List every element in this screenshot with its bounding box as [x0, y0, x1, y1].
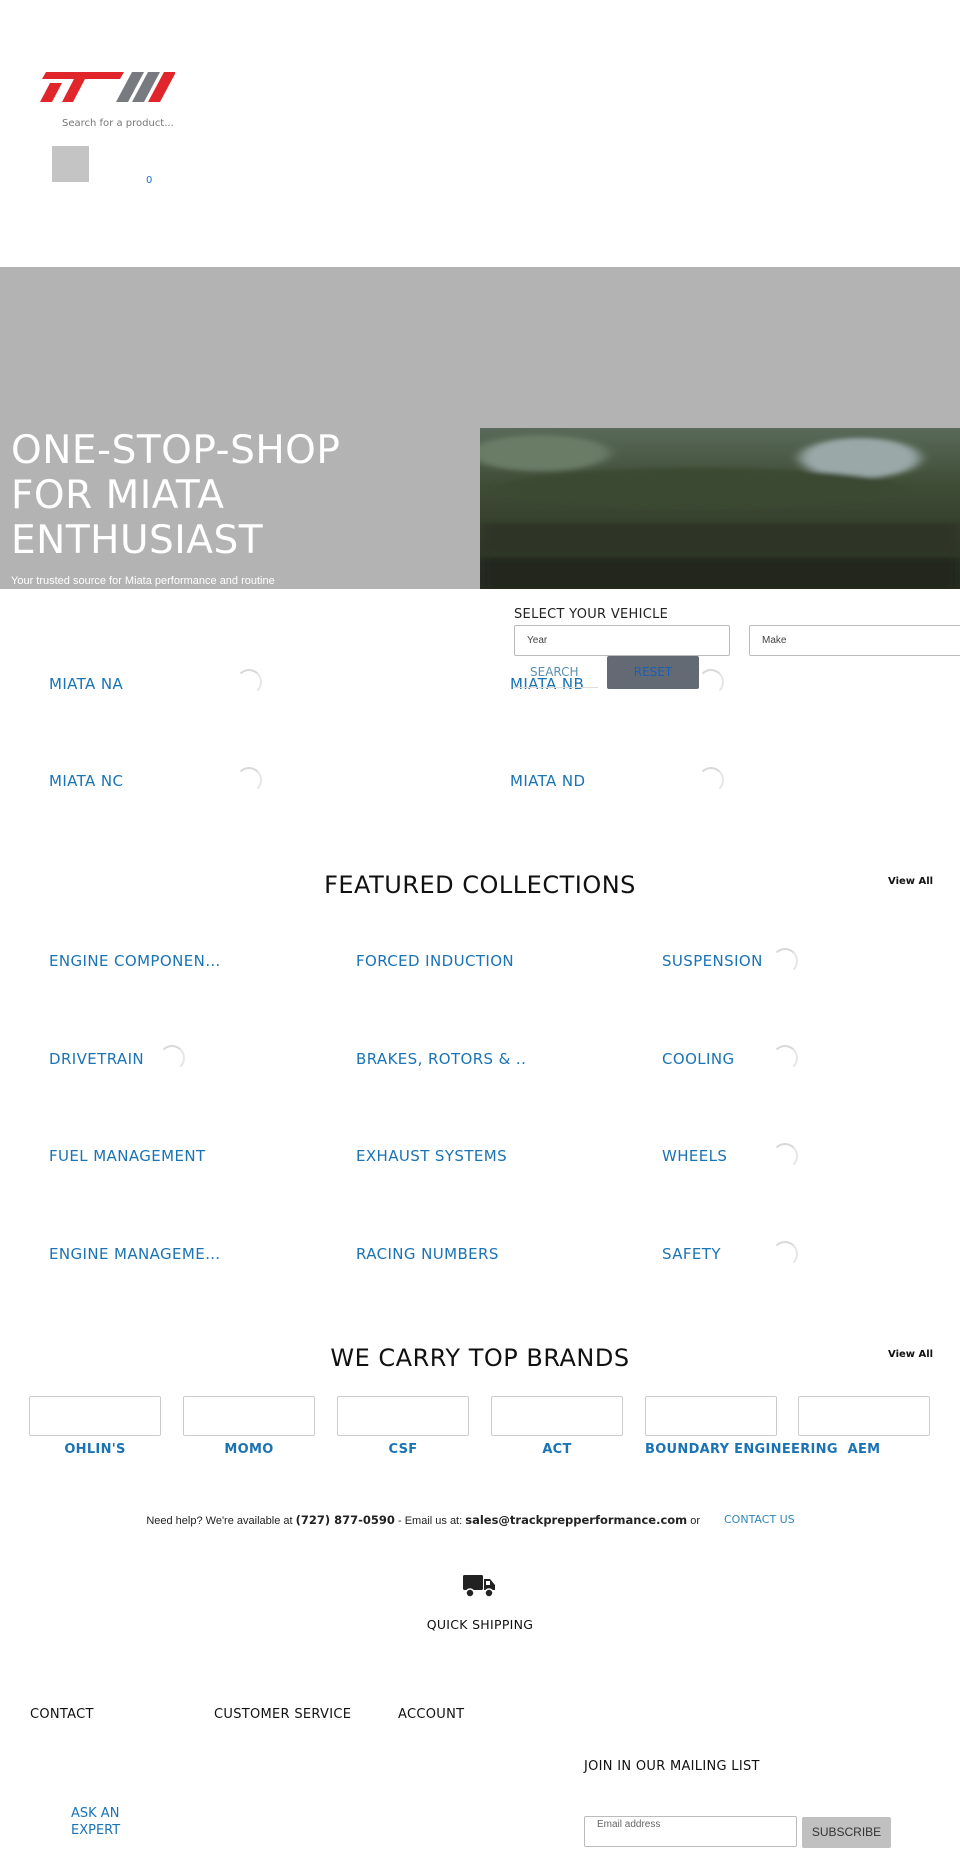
help-prefix: Need help? We're available at [146, 1515, 293, 1527]
collection-link[interactable]: FUEL MANAGEMENT [49, 1147, 206, 1165]
vehicle-selector-title: SELECT YOUR VEHICLE [514, 607, 669, 622]
loading-spinner-icon [698, 669, 724, 695]
help-email[interactable]: sales@trackprepperformance.com [465, 1513, 687, 1527]
loading-spinner-icon [698, 767, 724, 793]
collection-link[interactable]: SUSPENSION [662, 952, 763, 970]
brand-logo[interactable] [337, 1396, 469, 1436]
brand-logo[interactable] [183, 1396, 315, 1436]
search-input[interactable] [62, 114, 242, 132]
search-button[interactable] [52, 146, 89, 182]
collection-link[interactable]: SAFETY [662, 1245, 721, 1263]
brand-logo[interactable] [491, 1396, 623, 1436]
collection-link[interactable]: WHEELS [662, 1147, 727, 1165]
brand-logo[interactable] [798, 1396, 930, 1436]
brand-link[interactable]: OHLIN'S [29, 1442, 161, 1457]
mailing-list-title: JOIN IN OUR MAILING LIST [584, 1759, 760, 1774]
loading-spinner-icon [772, 1241, 798, 1267]
hero-title: ONE-STOP-SHOP FOR MIATA ENTHUSIAST [11, 428, 341, 563]
truck-icon [463, 1575, 495, 1598]
collection-link[interactable]: BRAKES, ROTORS & .. [356, 1050, 526, 1068]
email-field[interactable]: Email address [584, 1816, 797, 1847]
vehicle-reset-button[interactable]: RESET [607, 656, 699, 689]
year-select[interactable]: Year [514, 625, 730, 656]
featured-view-all-link[interactable]: View All [888, 876, 933, 887]
site-logo[interactable] [40, 72, 175, 102]
brand-logo[interactable] [29, 1396, 161, 1436]
help-middle: - Email us at: [397, 1515, 463, 1527]
collection-link[interactable]: COOLING [662, 1050, 735, 1068]
loading-spinner-icon [772, 948, 798, 974]
model-link-na[interactable]: MIATA NA [49, 675, 123, 693]
loading-spinner-icon [772, 1045, 798, 1071]
help-phone[interactable]: (727) 877-0590 [296, 1513, 395, 1527]
contact-us-link[interactable]: CONTACT US [724, 1513, 795, 1526]
make-select[interactable]: Make [749, 625, 960, 656]
model-link-nc[interactable]: MIATA NC [49, 772, 123, 790]
footer-customer-service-heading: CUSTOMER SERVICE [214, 1707, 352, 1722]
brand-link[interactable]: CSF [337, 1442, 469, 1457]
hero-subtitle: Your trusted source for Miata performanc… [11, 575, 275, 587]
brands-title: WE CARRY TOP BRANDS [330, 1344, 630, 1372]
featured-collections-title: FEATURED COLLECTIONS [324, 871, 636, 899]
collection-link[interactable]: ENGINE MANAGEME… [49, 1245, 221, 1263]
model-link-nd[interactable]: MIATA ND [510, 772, 585, 790]
collection-link[interactable]: RACING NUMBERS [356, 1245, 499, 1263]
loading-spinner-icon [772, 1143, 798, 1169]
ask-an-expert-link[interactable]: ASK AN EXPERT [71, 1805, 151, 1839]
subscribe-button[interactable]: SUBSCRIBE [802, 1817, 891, 1848]
help-line: Need help? We're available at (727) 877-… [0, 1513, 700, 1527]
brands-view-all-link[interactable]: View All [888, 1349, 933, 1360]
footer-account-heading: ACCOUNT [398, 1707, 465, 1722]
cart-count-badge[interactable]: 0 [146, 175, 152, 186]
brand-link[interactable]: ACT [491, 1442, 623, 1457]
brand-link[interactable]: AEM [798, 1442, 930, 1457]
vehicle-search-button[interactable]: SEARCH [514, 656, 598, 688]
collection-link[interactable]: DRIVETRAIN [49, 1050, 144, 1068]
brand-link[interactable]: BOUNDARY ENGINEERING [645, 1442, 837, 1457]
brand-logo[interactable] [645, 1396, 777, 1436]
collection-link[interactable]: ENGINE COMPONEN… [49, 952, 221, 970]
help-suffix: or [690, 1515, 700, 1527]
brand-link[interactable]: MOMO [183, 1442, 315, 1457]
loading-spinner-icon [236, 669, 262, 695]
footer-contact-heading: CONTACT [30, 1707, 94, 1722]
collection-link[interactable]: EXHAUST SYSTEMS [356, 1147, 507, 1165]
loading-spinner-icon [236, 767, 262, 793]
hero-image [480, 428, 960, 589]
collection-link[interactable]: FORCED INDUCTION [356, 952, 514, 970]
quick-shipping-label: QUICK SHIPPING [426, 1617, 534, 1632]
loading-spinner-icon [159, 1045, 185, 1071]
